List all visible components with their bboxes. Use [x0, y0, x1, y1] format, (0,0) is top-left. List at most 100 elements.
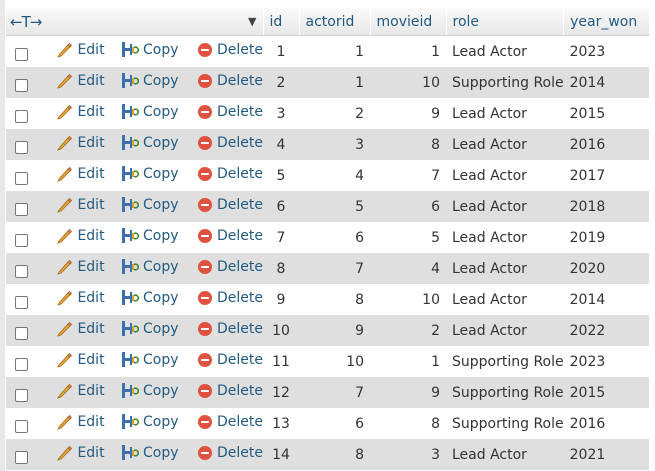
- copy-button[interactable]: Copy: [121, 134, 179, 151]
- cell-movieid: 8: [370, 408, 446, 439]
- row-checkbox[interactable]: [15, 419, 28, 433]
- row-checkbox[interactable]: [15, 357, 28, 371]
- table-header-row: ←T→ ▼ id actorid movieid role year_won: [6, 8, 649, 36]
- delete-icon: [198, 229, 212, 243]
- edit-button[interactable]: Edit: [56, 72, 105, 89]
- delete-button[interactable]: Delete: [197, 290, 263, 306]
- cell-id: 5: [263, 160, 299, 191]
- cell-year-won: 2016: [563, 408, 649, 439]
- row-checkbox[interactable]: [15, 202, 28, 216]
- cell-id: 7: [263, 222, 299, 253]
- copy-icon: [122, 352, 140, 367]
- column-header-year-won[interactable]: year_won: [563, 8, 649, 36]
- column-header-role[interactable]: role: [445, 8, 564, 36]
- column-header-movieid[interactable]: movieid: [369, 8, 446, 36]
- copy-label: Copy: [143, 382, 179, 399]
- delete-button[interactable]: Delete: [197, 414, 263, 430]
- copy-button[interactable]: Copy: [121, 289, 179, 306]
- column-resize-arrows-icon[interactable]: ←T→: [10, 13, 42, 31]
- delete-button[interactable]: Delete: [197, 228, 263, 244]
- cell-id: 3: [263, 98, 299, 129]
- delete-button[interactable]: Delete: [197, 321, 263, 337]
- row-checkbox[interactable]: [15, 388, 28, 402]
- edit-button[interactable]: Edit: [56, 196, 105, 213]
- copy-button[interactable]: Copy: [121, 196, 179, 213]
- edit-button[interactable]: Edit: [56, 258, 105, 275]
- edit-button[interactable]: Edit: [56, 382, 105, 399]
- copy-button[interactable]: Copy: [121, 165, 179, 182]
- cell-id: 14: [263, 439, 299, 470]
- pencil-icon: [57, 414, 73, 430]
- cell-movieid: 9: [370, 377, 446, 408]
- edit-button[interactable]: Edit: [56, 351, 105, 368]
- cell-movieid: 10: [370, 67, 446, 98]
- row-checkbox[interactable]: [15, 295, 28, 309]
- cell-actorid: 10: [299, 346, 370, 377]
- cell-year-won: 2014: [563, 284, 649, 315]
- copy-button[interactable]: Copy: [121, 258, 179, 275]
- edit-button[interactable]: Edit: [56, 165, 105, 182]
- edit-button[interactable]: Edit: [56, 227, 105, 244]
- sort-options-dropdown-icon[interactable]: ▼: [248, 15, 256, 28]
- cell-movieid: 7: [370, 160, 446, 191]
- cell-id: 8: [263, 253, 299, 284]
- cell-year-won: 2016: [563, 129, 649, 160]
- delete-button[interactable]: Delete: [197, 135, 263, 151]
- row-checkbox[interactable]: [15, 450, 28, 464]
- delete-label: Delete: [217, 104, 263, 120]
- delete-button[interactable]: Delete: [197, 383, 263, 399]
- row-checkbox[interactable]: [15, 140, 28, 154]
- row-checkbox[interactable]: [15, 233, 28, 247]
- edit-button[interactable]: Edit: [56, 134, 105, 151]
- copy-button[interactable]: Copy: [121, 382, 179, 399]
- copy-label: Copy: [143, 227, 179, 244]
- row-checkbox[interactable]: [15, 78, 28, 92]
- copy-icon: [122, 414, 140, 429]
- copy-icon: [122, 228, 140, 243]
- row-checkbox[interactable]: [15, 264, 28, 278]
- edit-button[interactable]: Edit: [56, 41, 105, 58]
- row-checkbox[interactable]: [15, 47, 28, 61]
- cell-movieid: 1: [370, 35, 446, 67]
- edit-button[interactable]: Edit: [56, 289, 105, 306]
- delete-button[interactable]: Delete: [197, 166, 263, 182]
- copy-label: Copy: [143, 351, 179, 368]
- copy-button[interactable]: Copy: [121, 320, 179, 337]
- row-actions-cell: Edit Copy Delete: [6, 222, 263, 253]
- copy-button[interactable]: Copy: [121, 351, 179, 368]
- copy-button[interactable]: Copy: [121, 227, 179, 244]
- copy-icon: [122, 197, 140, 212]
- delete-button[interactable]: Delete: [197, 42, 263, 58]
- table-row: Edit Copy Delete 12 7 9 Supporting Role …: [6, 377, 649, 408]
- delete-button[interactable]: Delete: [197, 73, 263, 89]
- delete-icon: [198, 446, 212, 460]
- delete-label: Delete: [217, 42, 263, 58]
- cell-id: 10: [263, 315, 299, 346]
- edit-button[interactable]: Edit: [56, 320, 105, 337]
- row-actions-cell: Edit Copy Delete: [6, 408, 263, 439]
- column-header-id[interactable]: id: [262, 8, 299, 36]
- delete-button[interactable]: Delete: [197, 104, 263, 120]
- cell-role: Supporting Role: [446, 346, 564, 377]
- copy-button[interactable]: Copy: [121, 72, 179, 89]
- copy-button[interactable]: Copy: [121, 41, 179, 58]
- edit-button[interactable]: Edit: [56, 103, 105, 120]
- edit-button[interactable]: Edit: [56, 413, 105, 430]
- cell-role: Supporting Role: [446, 408, 564, 439]
- delete-button[interactable]: Delete: [197, 352, 263, 368]
- copy-button[interactable]: Copy: [121, 444, 179, 461]
- copy-button[interactable]: Copy: [121, 103, 179, 120]
- delete-button[interactable]: Delete: [197, 197, 263, 213]
- delete-button[interactable]: Delete: [197, 445, 263, 461]
- copy-label: Copy: [143, 413, 179, 430]
- delete-label: Delete: [217, 445, 263, 461]
- row-checkbox[interactable]: [15, 326, 28, 340]
- delete-button[interactable]: Delete: [197, 259, 263, 275]
- row-checkbox[interactable]: [15, 171, 28, 185]
- copy-label: Copy: [143, 258, 179, 275]
- copy-button[interactable]: Copy: [121, 413, 179, 430]
- row-checkbox[interactable]: [15, 109, 28, 123]
- pencil-icon: [57, 42, 73, 58]
- column-header-actorid[interactable]: actorid: [298, 8, 370, 36]
- edit-button[interactable]: Edit: [56, 444, 105, 461]
